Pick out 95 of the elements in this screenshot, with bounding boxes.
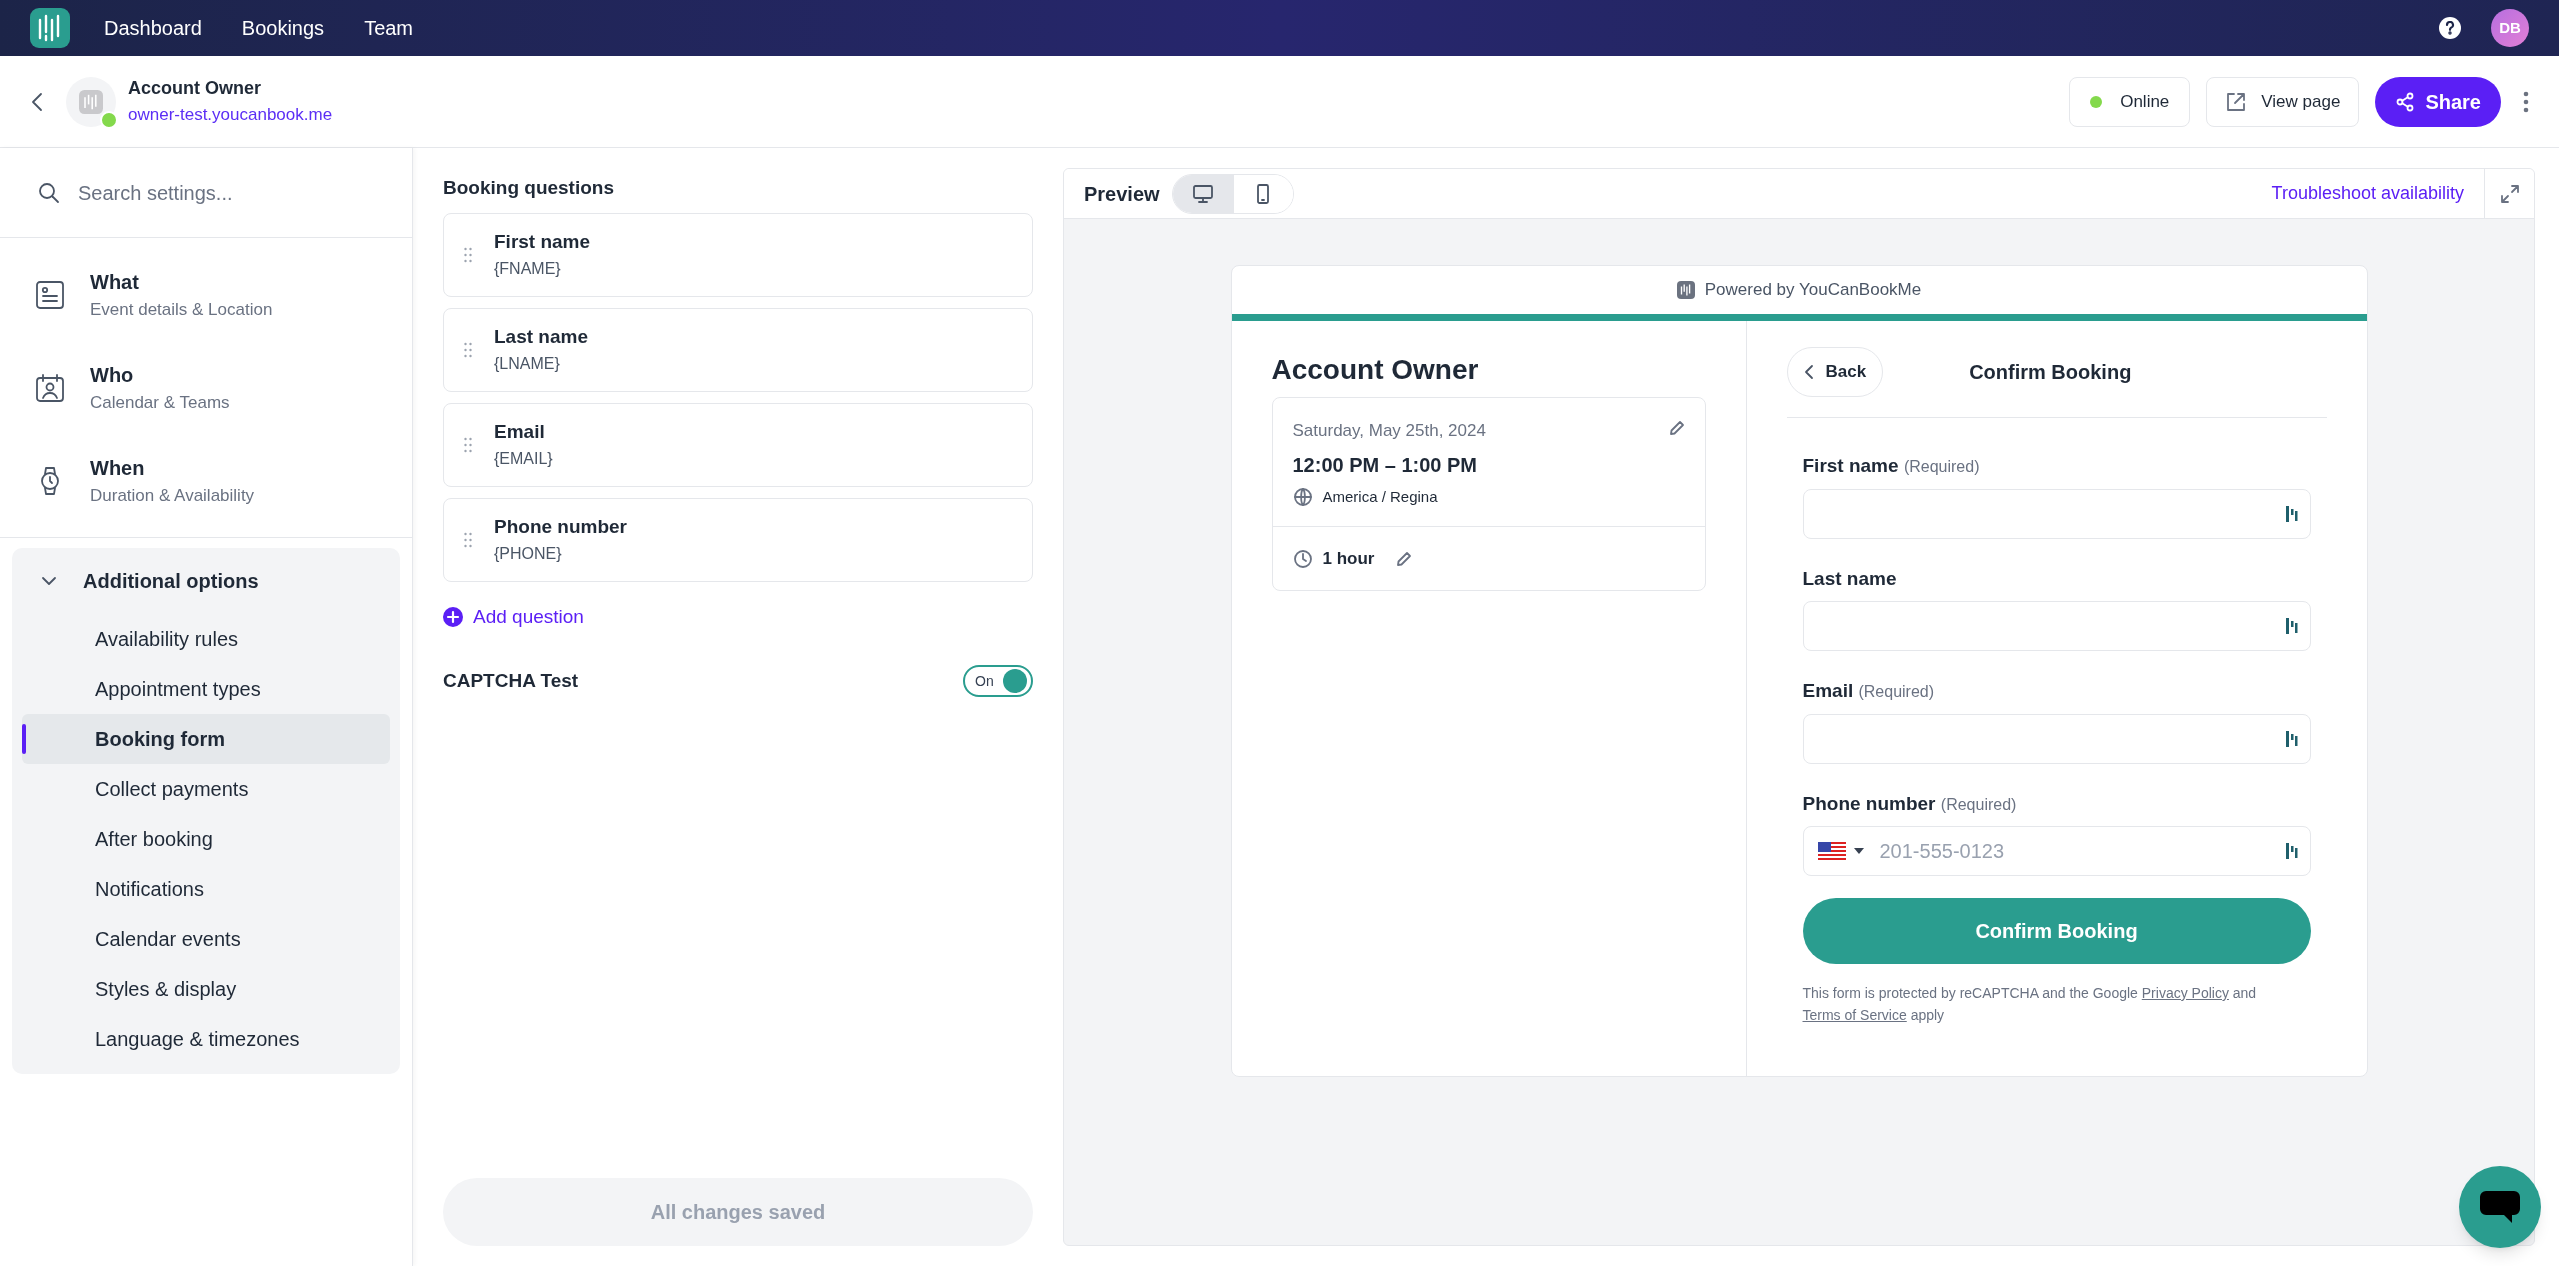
options-item[interactable]: Booking form xyxy=(22,714,390,764)
field-label: Phone number (Required) xyxy=(1802,791,2018,816)
calendar-person-icon xyxy=(35,372,65,403)
back-button[interactable] xyxy=(30,90,44,113)
id-card-icon xyxy=(35,279,65,310)
options-item[interactable]: Styles & display xyxy=(22,964,390,1014)
globe-icon xyxy=(1292,486,1313,507)
pencil-icon xyxy=(1396,550,1413,567)
question-label: First name xyxy=(494,230,591,255)
device-tab[interactable] xyxy=(1172,174,1233,213)
options-item[interactable]: Appointment types xyxy=(22,664,390,714)
external-link-icon xyxy=(2225,90,2248,113)
phone-field[interactable]: 201-555-0123 xyxy=(1802,826,2311,876)
question-token: {PHONE} xyxy=(494,543,563,564)
captcha-toggle[interactable]: On xyxy=(963,665,1033,697)
powered-by-label: Powered by YouCanBookMe xyxy=(1704,279,1922,302)
settings-section[interactable]: When Duration & Availability xyxy=(0,434,412,527)
bars-icon xyxy=(2285,729,2298,748)
device-tab[interactable] xyxy=(1232,174,1293,213)
pencil-icon xyxy=(1668,420,1685,436)
nav-link[interactable]: Dashboard xyxy=(104,13,202,43)
question-label: Last name xyxy=(494,325,588,350)
expand-icon xyxy=(2499,183,2520,204)
form-title: Confirm Booking xyxy=(1969,360,2132,385)
event-title: Account Owner xyxy=(1271,353,1480,387)
text-field[interactable] xyxy=(1802,601,2311,651)
event-time: 12:00 PM – 1:00 PM xyxy=(1292,452,1479,478)
search-icon xyxy=(38,181,60,204)
clock-icon xyxy=(1292,548,1313,569)
question-card[interactable]: Email {EMAIL} xyxy=(443,402,1033,487)
add-question-button[interactable]: Add question xyxy=(443,602,584,631)
question-card[interactable]: First name {FNAME} xyxy=(443,212,1033,297)
more-icon xyxy=(2523,90,2529,113)
preview-title: Preview xyxy=(1084,181,1160,207)
question-token: {EMAIL} xyxy=(494,448,553,469)
terms-of-service-link[interactable]: Terms of Service xyxy=(1802,1007,1907,1023)
settings-section[interactable]: What Event details & Location xyxy=(0,248,412,341)
troubleshoot-link[interactable]: Troubleshoot availability xyxy=(2271,180,2464,207)
field-label: Email (Required) xyxy=(1802,679,1936,703)
drag-handle-icon[interactable] xyxy=(464,341,472,358)
help-icon[interactable] xyxy=(2439,17,2461,39)
event-date: Saturday, May 25th, 2024 xyxy=(1292,420,1486,442)
page-url-link[interactable]: owner-test.youcanbook.me xyxy=(128,102,333,128)
options-item[interactable]: Notifications xyxy=(22,864,390,914)
share-button[interactable]: Share xyxy=(2375,76,2501,127)
field-label: First name (Required) xyxy=(1802,454,1981,478)
field-label: Last name xyxy=(1802,566,1898,591)
logo-icon xyxy=(1676,281,1695,299)
event-duration: 1 hour xyxy=(1322,547,1375,570)
text-field[interactable] xyxy=(1802,713,2311,764)
question-label: Phone number xyxy=(494,515,627,540)
account-name: Account Owner xyxy=(128,77,262,101)
drag-handle-icon[interactable] xyxy=(464,436,472,453)
additional-options-toggle[interactable]: Additional options xyxy=(12,548,400,614)
device-switcher[interactable] xyxy=(1171,173,1294,214)
question-token: {FNAME} xyxy=(494,258,562,279)
question-card[interactable]: Phone number {PHONE} xyxy=(443,497,1033,582)
logo-icon xyxy=(30,8,70,48)
recaptcha-notice: This form is protected by reCAPTCHA and the Google Privacy Policy and Terms of Service apply xyxy=(1802,984,2258,1025)
bars-icon xyxy=(2285,842,2298,860)
share-icon xyxy=(2395,91,2416,112)
options-item[interactable]: Language & timezones xyxy=(22,1014,390,1064)
settings-section[interactable]: Who Calendar & Teams xyxy=(0,341,412,434)
options-item[interactable]: Availability rules xyxy=(22,614,390,664)
section-title: Booking questions xyxy=(443,176,615,200)
nav-link[interactable]: Bookings xyxy=(241,13,325,43)
privacy-policy-link[interactable]: Privacy Policy xyxy=(2141,985,2229,1001)
view-page-button[interactable]: View page xyxy=(2206,76,2360,127)
bars-icon xyxy=(2285,504,2298,523)
plus-circle-icon xyxy=(443,606,463,627)
question-token: {LNAME} xyxy=(494,353,561,374)
edit-button[interactable] xyxy=(1396,550,1413,567)
options-item[interactable]: Calendar events xyxy=(22,914,390,964)
dropdown-caret-icon xyxy=(1853,848,1864,854)
captcha-label: CAPTCHA Test xyxy=(443,668,579,693)
more-button[interactable] xyxy=(2523,90,2529,113)
bars-icon xyxy=(2285,617,2298,635)
monitor-icon xyxy=(1191,182,1214,205)
logo-icon xyxy=(79,89,103,114)
edit-button[interactable] xyxy=(1668,420,1685,436)
drag-handle-icon[interactable] xyxy=(464,531,472,548)
question-card[interactable]: Last name {LNAME} xyxy=(443,307,1033,392)
nav-link[interactable]: Team xyxy=(364,13,414,43)
event-timezone: America / Regina xyxy=(1322,486,1438,507)
flag-icon xyxy=(1817,842,1846,860)
question-label: Email xyxy=(494,420,546,445)
phone-number-input[interactable]: 201-555-0123 xyxy=(1879,827,2286,875)
status-label: Online xyxy=(2120,90,2170,113)
text-field[interactable] xyxy=(1802,488,2311,539)
options-item[interactable]: Collect payments xyxy=(22,764,390,814)
chevron-left-icon xyxy=(30,90,44,113)
chevron-left-icon xyxy=(1803,364,1814,380)
drag-handle-icon[interactable] xyxy=(464,246,472,263)
search-field[interactable]: Search settings... xyxy=(78,177,374,208)
options-item[interactable]: After booking xyxy=(22,814,390,864)
